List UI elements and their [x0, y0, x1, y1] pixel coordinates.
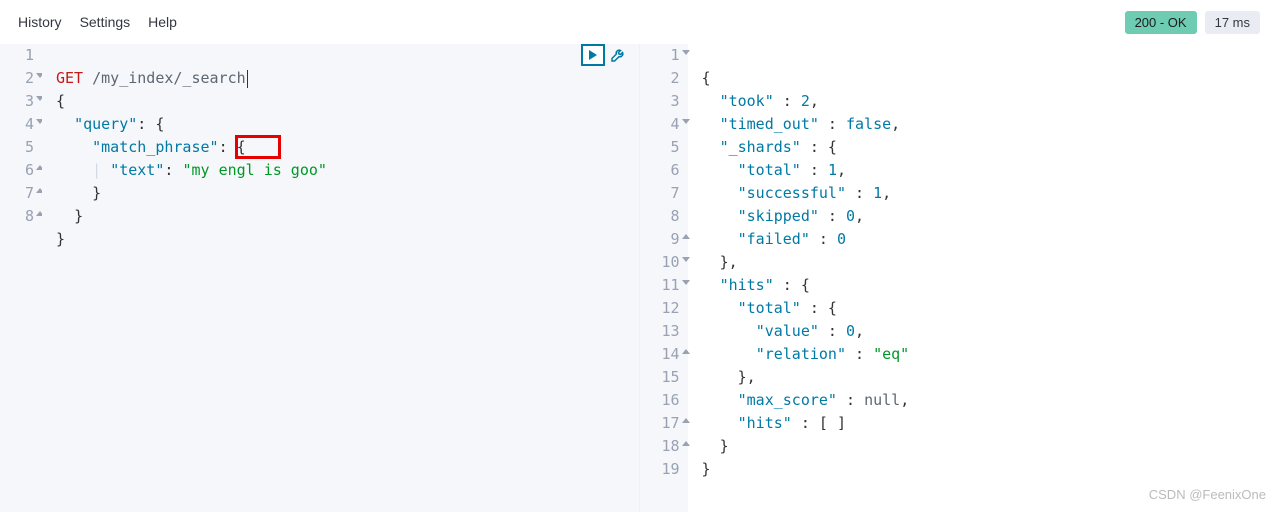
play-icon [589, 50, 597, 60]
response-gutter: 1 2 3 4 5 6 7 8 9 10 11 12 13 14 15 16 1… [640, 44, 688, 512]
menu-settings[interactable]: Settings [80, 14, 131, 30]
request-actions [581, 44, 629, 66]
watermark: CSDN @FeenixOne [1149, 487, 1266, 502]
request-editor[interactable]: 1 2 3 4 5 6 7 8 GET /my_index/_search { … [0, 44, 640, 512]
request-gutter: 1 2 3 4 5 6 7 8 [0, 44, 42, 512]
request-options-button[interactable] [607, 44, 629, 66]
run-request-button[interactable] [581, 44, 605, 66]
response-code: { "took" : 2, "timed_out" : false, "_sha… [688, 44, 1278, 512]
response-viewer[interactable]: 1 2 3 4 5 6 7 8 9 10 11 12 13 14 15 16 1… [640, 44, 1278, 512]
text-cursor [247, 70, 248, 88]
menu-history[interactable]: History [18, 14, 62, 30]
menu-bar: History Settings Help 200 - OK 17 ms [0, 0, 1278, 44]
response-time-badge: 17 ms [1205, 11, 1260, 34]
status-badge: 200 - OK [1125, 11, 1197, 34]
wrench-icon [610, 47, 626, 63]
request-code[interactable]: GET /my_index/_search { "query": { "matc… [42, 44, 639, 512]
menu-help[interactable]: Help [148, 14, 177, 30]
